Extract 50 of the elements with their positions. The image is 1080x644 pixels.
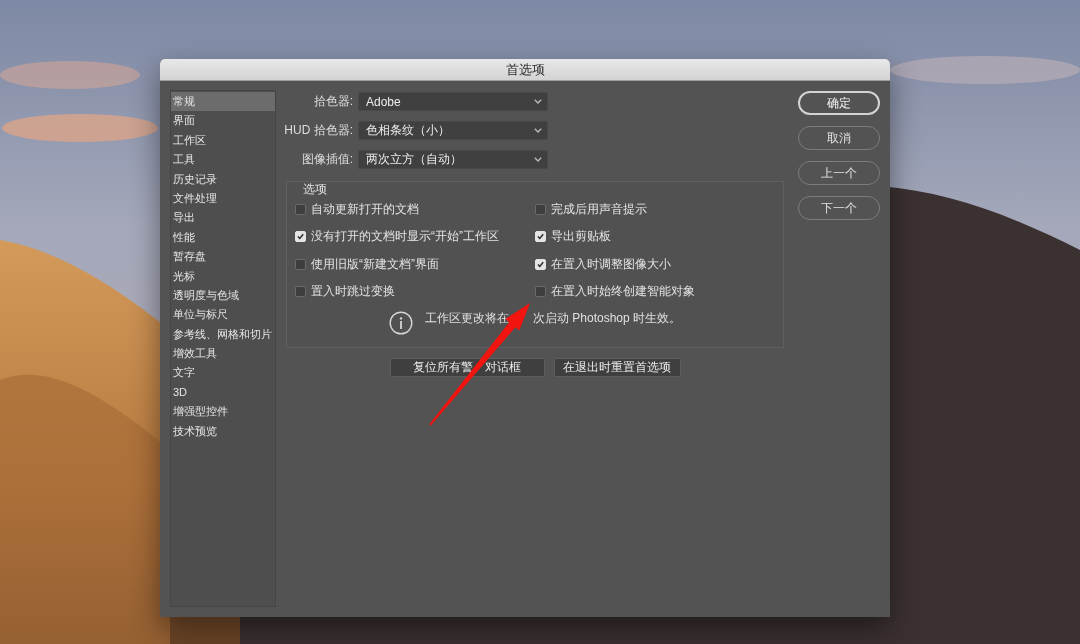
info-icon	[389, 311, 413, 336]
dialog-button[interactable]: 上一个	[798, 161, 880, 185]
chevron-down-icon	[534, 128, 542, 133]
dropdown[interactable]: Adobe	[358, 92, 548, 111]
field-label: HUD 拾色器:	[283, 122, 353, 139]
sidebar-item[interactable]: 单位与标尺	[171, 305, 275, 325]
sidebar-item[interactable]: 界面	[171, 111, 275, 131]
checkbox-label[interactable]: 在置入时调整图像大小	[551, 255, 671, 273]
dialog-button[interactable]: 确定	[798, 91, 880, 115]
sidebar-item[interactable]: 暂存盘	[171, 247, 275, 267]
sidebar-item[interactable]: 文字	[171, 363, 275, 383]
sidebar-item[interactable]: 增强型控件	[171, 402, 275, 422]
sidebar-item[interactable]: 增效工具	[171, 344, 275, 364]
checkbox-label[interactable]: 完成后用声音提示	[551, 201, 647, 219]
sidebar-item[interactable]: 透明度与色域	[171, 285, 275, 306]
dropdown[interactable]: 两次立方（自动）	[358, 150, 548, 169]
reset-button[interactable]: 在退出时重置首选项	[553, 358, 681, 377]
checkbox-label[interactable]: 导出剪贴板	[551, 228, 611, 246]
info-text: 工作区更改将在 次启动 Photoshop 时生效。	[425, 311, 682, 326]
checkbox[interactable]	[535, 204, 546, 216]
sidebar-item[interactable]: 参考线、网格和切片	[171, 324, 275, 345]
field-label: 拾色器:	[312, 93, 353, 110]
sidebar-item[interactable]: 工具	[171, 150, 275, 170]
field-label: 图像插值:	[300, 151, 353, 168]
checkbox[interactable]	[295, 258, 306, 270]
checkbox[interactable]	[295, 286, 306, 298]
sidebar-item[interactable]: 工作区	[171, 130, 275, 151]
checkbox-label[interactable]: 在置入时始终创建智能对象	[551, 283, 695, 301]
dialog-button[interactable]: 取消	[798, 126, 880, 150]
chevron-down-icon	[534, 157, 542, 162]
sidebar-item[interactable]: 光标	[171, 266, 275, 286]
checkbox-label[interactable]: 自动更新打开的文档	[311, 201, 419, 219]
chevron-down-icon	[534, 99, 542, 104]
checkbox-label[interactable]: 没有打开的文档时显示“开始”工作区	[311, 228, 499, 246]
sidebar-item[interactable]: 技术预览	[171, 421, 275, 442]
sidebar-item[interactable]: 性能	[171, 227, 275, 248]
reset-button[interactable]: 复位所有警 对话框	[389, 358, 545, 377]
checkbox-label[interactable]: 置入时跳过变换	[311, 283, 395, 301]
sidebar-item[interactable]: 3D	[171, 382, 275, 403]
dialog-button[interactable]: 下一个	[798, 196, 880, 220]
sidebar-item[interactable]: 历史记录	[171, 169, 275, 189]
sidebar-item[interactable]: 常规	[171, 92, 275, 112]
checkbox-label[interactable]: 使用旧版“新建文档”界面	[311, 255, 439, 273]
checkbox[interactable]	[535, 286, 546, 298]
dropdown[interactable]: 色相条纹（小）	[358, 121, 548, 140]
checkbox[interactable]	[295, 204, 306, 216]
sidebar-item[interactable]: 文件处理	[171, 188, 275, 209]
group-title: 选项	[303, 182, 327, 196]
sidebar-item[interactable]: 导出	[171, 208, 275, 228]
window-title: 首选项	[505, 61, 545, 78]
